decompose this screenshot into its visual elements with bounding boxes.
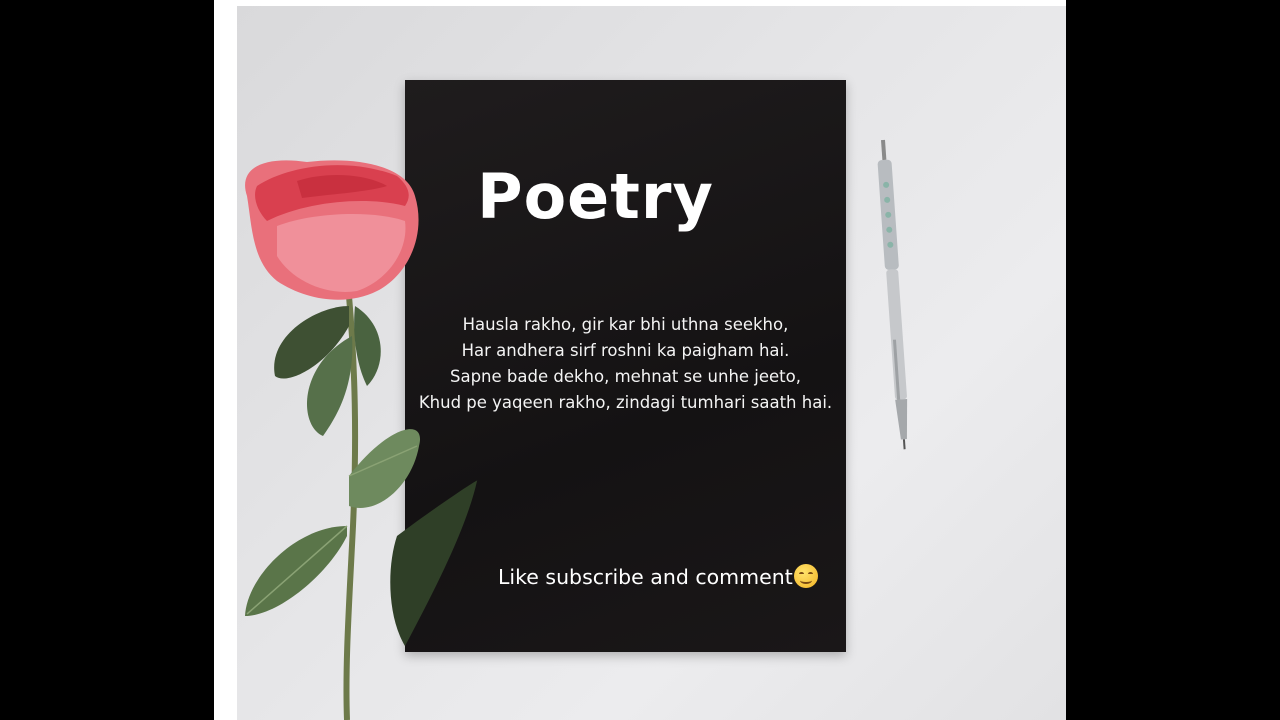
poster-image: Poetry Hausla rakho, gir kar bhi uthna s… xyxy=(237,6,1066,720)
pen-illustration xyxy=(877,139,908,450)
